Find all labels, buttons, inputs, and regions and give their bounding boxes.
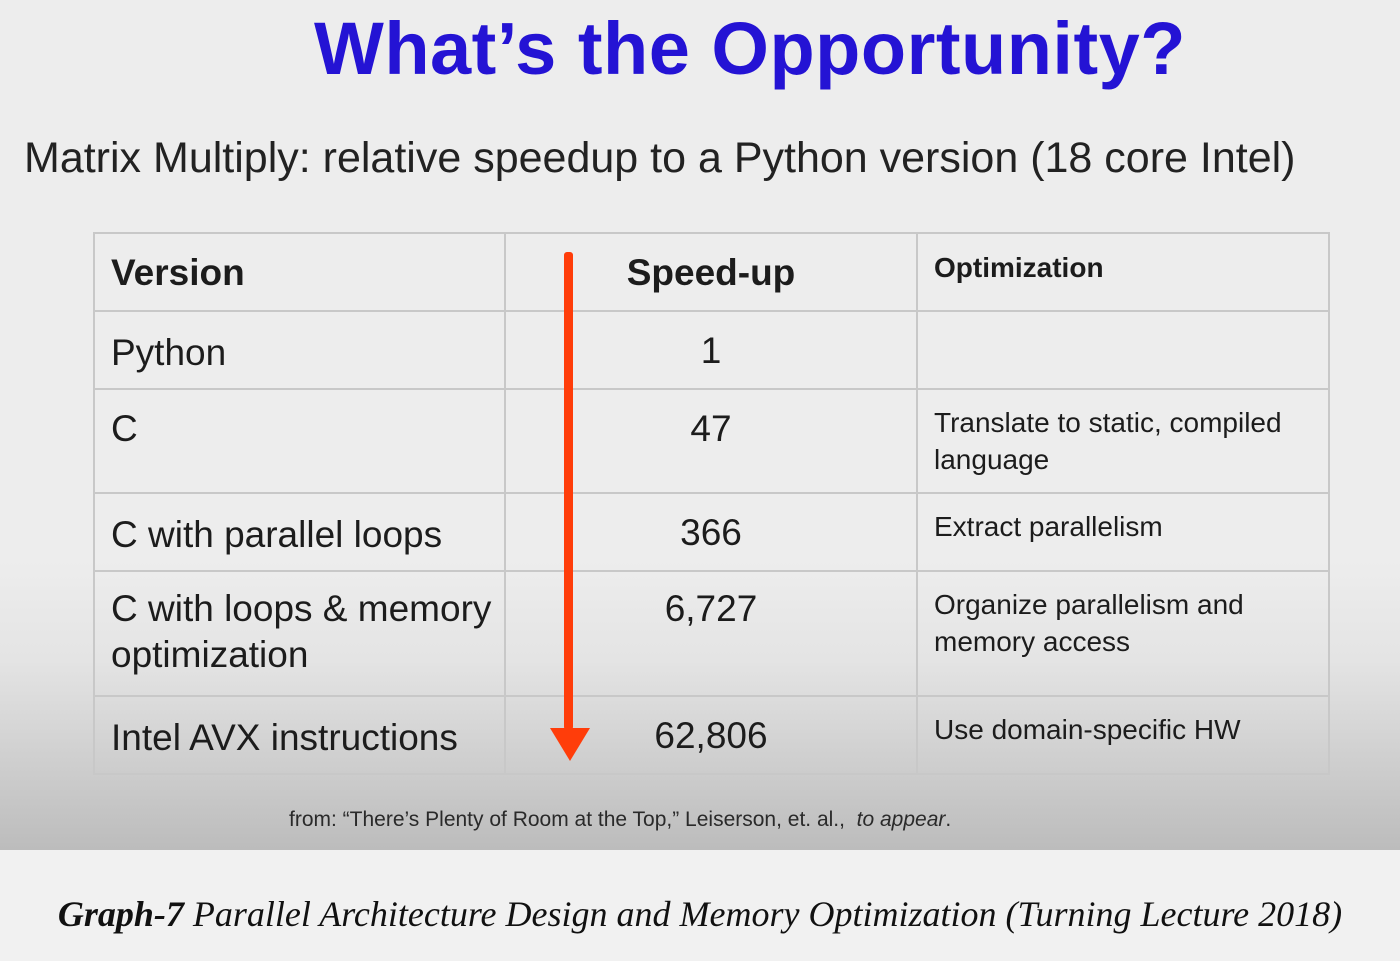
- figure-caption: Graph-7 Parallel Architecture Design and…: [0, 893, 1400, 935]
- citation: from: “There’s Plenty of Room at the Top…: [289, 808, 951, 832]
- table-row: Python 1: [93, 310, 1330, 390]
- optimization-cell: [916, 310, 1330, 390]
- header-optimization: Optimization: [916, 232, 1330, 312]
- table-header-row: Version Speed-up Optimization: [93, 232, 1330, 312]
- caption-text: Parallel Architecture Design and Memory …: [192, 894, 1343, 934]
- speedup-table: Version Speed-up Optimization Python 1 C…: [93, 232, 1330, 775]
- table-row: C 47 Translate to static, compiled langu…: [93, 388, 1330, 494]
- optimization-cell: Use domain-specific HW: [916, 695, 1330, 775]
- slide-title: What’s the Opportunity?: [313, 7, 1186, 90]
- slide: What’s the Opportunity? Matrix Multiply:…: [0, 0, 1400, 850]
- caption-label: Graph-7: [57, 894, 184, 934]
- version-cell: Intel AVX instructions: [93, 695, 506, 775]
- optimization-cell: Translate to static, compiled language: [916, 388, 1330, 494]
- down-arrow-icon: [550, 252, 590, 761]
- table-row: Intel AVX instructions 62,806 Use domain…: [93, 695, 1330, 775]
- optimization-cell: Organize parallelism and memory access: [916, 570, 1330, 697]
- header-version: Version: [93, 232, 506, 312]
- slide-subtitle: Matrix Multiply: relative speedup to a P…: [24, 134, 1296, 182]
- optimization-cell: Extract parallelism: [916, 492, 1330, 572]
- version-cell: C: [93, 388, 506, 494]
- version-cell: Python: [93, 310, 506, 390]
- citation-emphasis: to appear: [856, 808, 946, 831]
- version-cell: C with parallel loops: [93, 492, 506, 572]
- table-row: C with parallel loops 366 Extract parall…: [93, 492, 1330, 572]
- citation-suffix: .: [945, 808, 952, 831]
- citation-text: from: “There’s Plenty of Room at the Top…: [289, 808, 845, 831]
- version-cell: C with loops & memory optimization: [93, 570, 506, 697]
- table-row: C with loops & memory optimization 6,727…: [93, 570, 1330, 697]
